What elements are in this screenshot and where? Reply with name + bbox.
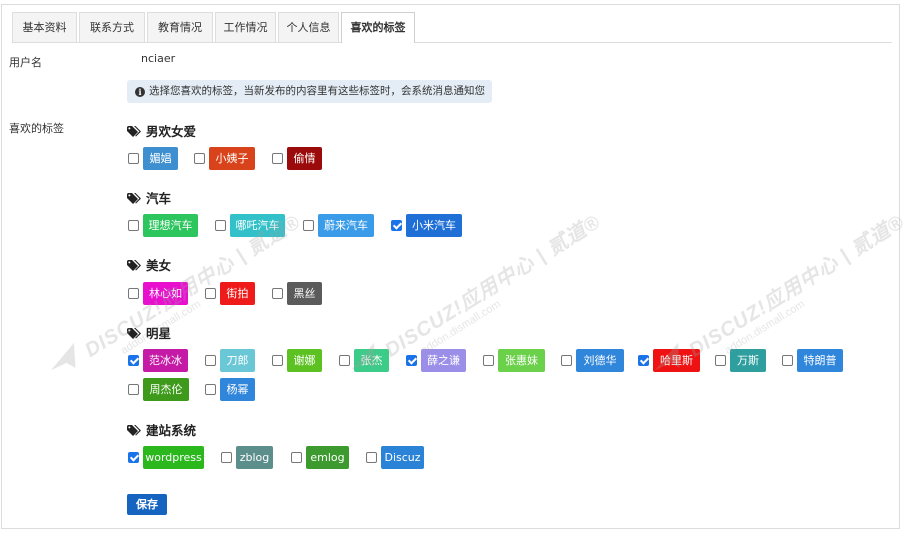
tag-checkbox[interactable] — [128, 220, 139, 231]
tag-checkbox[interactable] — [221, 452, 232, 463]
tag-checkbox[interactable] — [128, 288, 139, 299]
tag-chip[interactable]: 刀郎 — [220, 349, 255, 372]
tag-chip[interactable]: 哈里斯 — [653, 349, 700, 372]
tab-basic-info[interactable]: 基本资料 — [12, 12, 77, 42]
tag-checkbox[interactable] — [128, 153, 139, 164]
tag-chip[interactable]: 理想汽车 — [143, 214, 198, 237]
tag-group-title-text: 美女 — [146, 258, 172, 273]
favorite-tags-label: 喜欢的标签 — [9, 122, 64, 135]
tag-group-title-text: 汽车 — [146, 191, 172, 206]
tag-checkbox[interactable] — [128, 355, 139, 366]
tag-chip[interactable]: 范冰冰 — [143, 349, 188, 372]
tag-chip[interactable]: emlog — [306, 446, 349, 469]
tag-checkbox[interactable] — [391, 220, 402, 231]
tag-checkbox[interactable] — [272, 355, 283, 366]
tag-chip[interactable]: 林心如 — [143, 282, 188, 305]
tag-checkbox[interactable] — [715, 355, 726, 366]
tag-checkbox[interactable] — [128, 384, 139, 395]
tag-chip[interactable]: 哪吒汽车 — [230, 214, 285, 237]
tag-chip[interactable]: 街拍 — [220, 282, 255, 305]
save-button[interactable]: 保存 — [127, 494, 167, 515]
tab-education[interactable]: 教育情况 — [147, 12, 213, 42]
tag-chip[interactable]: 张杰 — [354, 349, 389, 372]
tab-bar: 基本资料 联系方式 教育情况 工作情况 个人信息 喜欢的标签 — [12, 12, 892, 43]
tag-checkbox[interactable] — [366, 452, 377, 463]
notice-text: 选择您喜欢的标签，当新发布的内容里有这些标签时，会系统消息通知您 — [149, 85, 485, 97]
tag-group-title-text: 建站系统 — [146, 423, 197, 438]
tag-chip[interactable]: 张惠妹 — [498, 349, 545, 372]
notice-box: i 选择您喜欢的标签，当新发布的内容里有这些标签时，会系统消息通知您 — [127, 80, 492, 103]
tab-personal[interactable]: 个人信息 — [278, 12, 339, 42]
tag-group-title: 汽车 — [127, 188, 171, 208]
tag-checkbox[interactable] — [406, 355, 417, 366]
tags-icon — [127, 126, 143, 141]
tag-checkbox[interactable] — [339, 355, 350, 366]
tag-checkbox[interactable] — [272, 153, 283, 164]
tag-chip[interactable]: 薛之谦 — [421, 349, 466, 372]
tag-chip[interactable]: 蔚来汽车 — [318, 214, 374, 237]
tag-checkbox[interactable] — [205, 384, 216, 395]
tag-chip[interactable]: 谢娜 — [287, 349, 322, 372]
tag-chip[interactable]: 杨幂 — [220, 378, 255, 401]
tag-checkbox[interactable] — [561, 355, 572, 366]
tag-checkbox[interactable] — [128, 452, 139, 463]
tag-checkbox[interactable] — [303, 220, 314, 231]
tags-icon — [127, 260, 143, 275]
tag-chip[interactable]: 偷情 — [287, 147, 322, 170]
tag-chip[interactable]: zblog — [236, 446, 273, 469]
tag-group-title: 明星 — [127, 323, 171, 343]
tag-group-title: 建站系统 — [127, 420, 196, 440]
tag-checkbox[interactable] — [638, 355, 649, 366]
info-circle-icon: i — [135, 87, 145, 97]
tag-chip[interactable]: Discuz — [381, 446, 424, 469]
tags-icon — [127, 328, 143, 343]
tag-chip[interactable]: 黑丝 — [287, 282, 322, 305]
tags-icon — [127, 425, 143, 440]
tag-chip[interactable]: 小米汽车 — [406, 214, 462, 237]
tag-checkbox[interactable] — [782, 355, 793, 366]
tag-checkbox[interactable] — [483, 355, 494, 366]
tag-checkbox[interactable] — [291, 452, 302, 463]
username-label: 用户名 — [9, 56, 42, 69]
tag-chip[interactable]: 万斯 — [730, 349, 766, 372]
tag-checkbox[interactable] — [272, 288, 283, 299]
tag-checkbox[interactable] — [205, 355, 216, 366]
tag-checkbox[interactable] — [205, 288, 216, 299]
username-value: nciaer — [141, 52, 176, 65]
tag-chip[interactable]: 小姨子 — [209, 147, 255, 170]
tag-chip[interactable]: 特朗普 — [797, 349, 843, 372]
tab-contact[interactable]: 联系方式 — [79, 12, 145, 42]
tab-work[interactable]: 工作情况 — [215, 12, 276, 42]
tag-group-title-text: 明星 — [146, 326, 172, 341]
tag-group-title-text: 男欢女爱 — [146, 124, 197, 139]
tag-chip[interactable]: 周杰伦 — [143, 378, 189, 401]
tag-checkbox[interactable] — [194, 153, 205, 164]
tags-icon — [127, 193, 143, 208]
tag-group-title: 美女 — [127, 255, 171, 275]
tag-group-title: 男欢女爱 — [127, 121, 196, 141]
tag-checkbox[interactable] — [215, 220, 226, 231]
tag-chip[interactable]: 媚娼 — [143, 147, 178, 170]
tag-chip[interactable]: wordpress — [143, 446, 204, 469]
tag-chip[interactable]: 刘德华 — [576, 349, 624, 372]
tab-favorite-tags[interactable]: 喜欢的标签 — [341, 12, 415, 43]
